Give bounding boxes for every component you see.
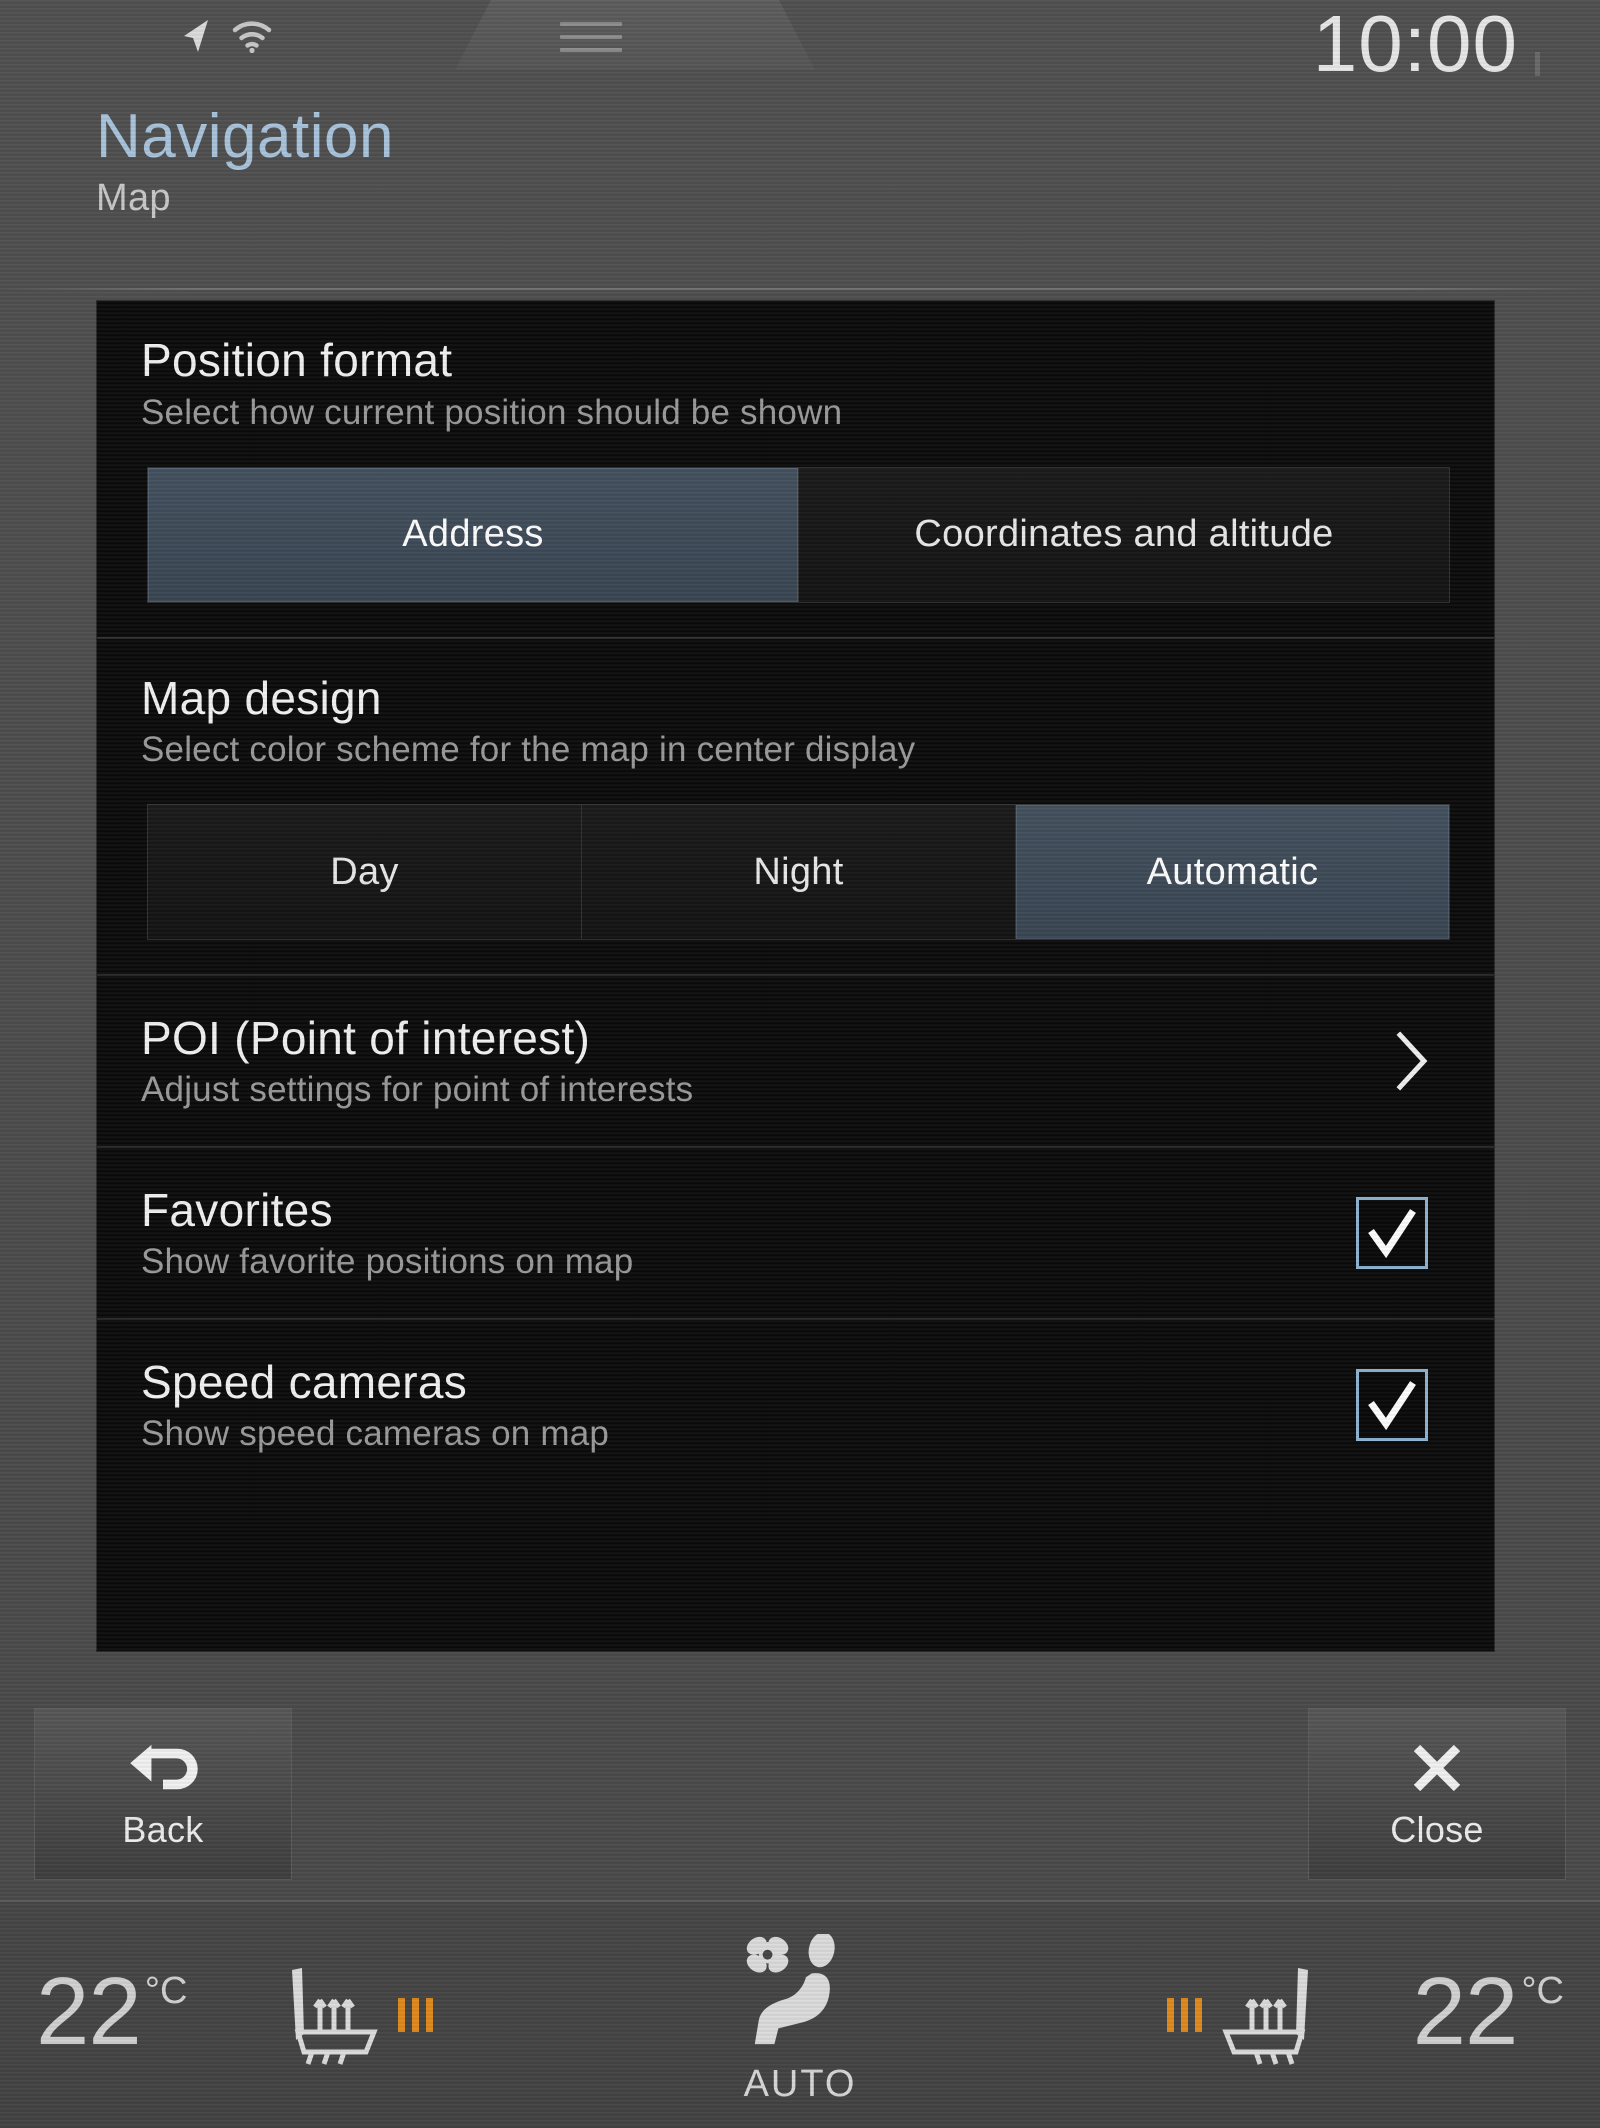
section-description: Select color scheme for the map in cente… [141,730,916,770]
chevron-right-icon [1392,1029,1432,1093]
page-subtitle: Map [96,177,171,220]
row-title: POI (Point of interest) [141,1011,591,1064]
row-text: Favorites Show favorite positions on map [141,1184,1356,1282]
passenger-temperature-unit: °C [1521,1970,1564,2012]
status-icon-group [178,16,272,56]
driver-temperature-value: 22 [36,1958,142,2065]
driver-seat-heat-level [398,1998,433,2032]
auto-climate-label: AUTO [743,2063,857,2105]
close-x-icon [1409,1737,1465,1799]
climate-bar: 22 °C AUTO 22 °C [0,1900,1600,2128]
checkbox-speed-cameras[interactable] [1356,1369,1428,1442]
section-position-format: Position format Select how current posit… [97,301,1494,603]
driver-temperature-unit: °C [144,1970,188,2012]
driver-seat-heater[interactable] [278,1960,433,2070]
status-bar: 10:00 [0,0,1600,92]
page-title: Navigation [96,102,394,171]
section-map-design: Map design Select color scheme for the m… [97,639,1494,941]
checkbox-favorites[interactable] [1356,1197,1428,1270]
passenger-seat-heater[interactable] [1167,1960,1322,2070]
back-button-label: Back [122,1809,204,1850]
heated-seat-icon [1218,1960,1322,2070]
segment-address[interactable]: Address [148,467,799,602]
clock-edge-marker [1535,52,1540,76]
row-text: POI (Point of interest) Adjust settings … [141,1012,1392,1110]
top-tab-handle[interactable] [455,0,815,70]
section-header: Position format Select how current posit… [97,301,1494,433]
segment-night[interactable]: Night [582,805,1016,940]
position-format-segmented-control: Address Coordinates and altitude [147,466,1450,603]
segment-day[interactable]: Day [148,805,582,940]
section-header: Map design Select color scheme for the m… [97,639,1494,771]
header-divider [0,288,1600,290]
section-title: Map design [141,671,382,724]
row-description: Adjust settings for point of interests [141,1070,694,1110]
row-title: Favorites [141,1183,333,1236]
passenger-seat-heat-level [1167,1998,1202,2032]
row-favorites[interactable]: Favorites Show favorite positions on map [97,1148,1494,1318]
driver-temperature[interactable]: 22 °C [36,1964,187,2060]
navigation-arrow-icon [178,16,212,56]
row-speed-cameras[interactable]: Speed cameras Show speed cameras on map [97,1320,1494,1490]
back-arrow-icon [124,1737,202,1799]
passenger-temperature-value: 22 [1412,1958,1519,2065]
row-title: Speed cameras [141,1355,468,1408]
heated-seat-icon [278,1960,382,2070]
fan-seat-auto-icon [741,1932,859,2061]
map-design-segmented-control: Day Night Automatic [147,804,1450,941]
row-poi[interactable]: POI (Point of interest) Adjust settings … [97,976,1494,1146]
row-description: Show favorite positions on map [141,1242,634,1282]
back-button[interactable]: Back [34,1708,292,1880]
section-title: Position format [141,334,453,386]
auto-climate-button[interactable]: AUTO [741,1932,859,2106]
segment-automatic[interactable]: Automatic [1016,805,1449,940]
row-description: Show speed cameras on map [141,1414,610,1454]
close-button[interactable]: Close [1308,1708,1566,1880]
hamburger-menu-icon[interactable] [560,22,622,52]
wifi-icon [232,19,272,54]
section-description: Select how current position should be sh… [141,392,843,432]
status-clock: 10:00 [1312,0,1518,88]
page-header: Navigation Map [96,104,394,220]
close-button-label: Close [1390,1809,1484,1850]
segment-coordinates-and-altitude[interactable]: Coordinates and altitude [799,467,1449,602]
infotainment-screen: 10:00 Navigation Map Position format Sel… [0,0,1600,2128]
passenger-temperature[interactable]: 22 °C [1413,1964,1564,2060]
row-text: Speed cameras Show speed cameras on map [141,1356,1356,1454]
settings-panel: Position format Select how current posit… [96,300,1495,1652]
